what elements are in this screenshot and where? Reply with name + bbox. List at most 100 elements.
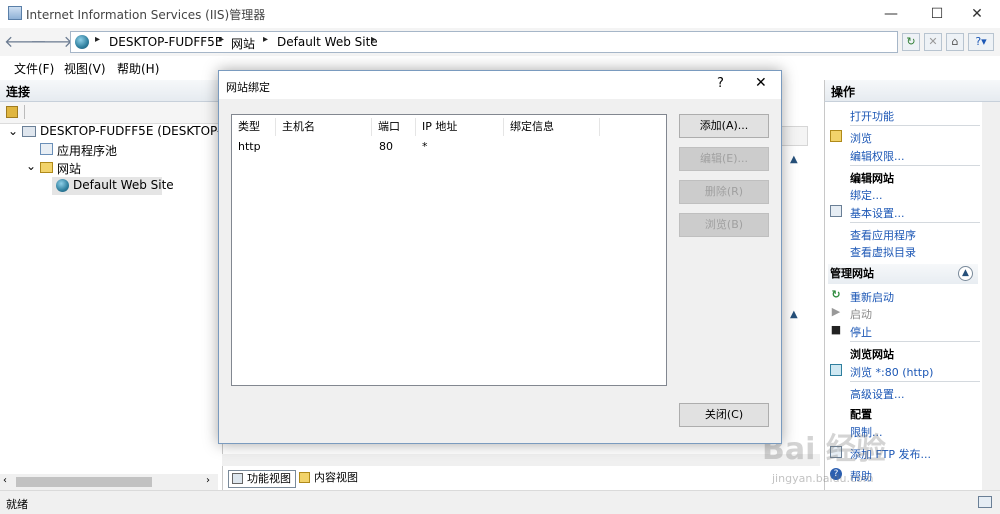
folder-icon [40,162,53,173]
actions-vertical-scrollbar[interactable] [982,102,1000,490]
scroll-left-icon[interactable]: ‹ [3,475,7,486]
dialog-titlebar: 网站绑定 ? ✕ [219,71,781,99]
stop-icon: ■ [830,323,842,336]
tree-item-default-web-site[interactable]: Default Web Site [73,178,174,192]
main-horizontal-scrollbar[interactable] [222,454,820,466]
new-connection-icon[interactable] [6,106,18,118]
menu-file[interactable]: 文件(F) [14,60,54,77]
cell-ip: * [422,140,428,153]
action-restart[interactable]: 重新启动 [850,289,894,305]
tree-item-app-pools[interactable]: 应用程序池 [57,142,117,159]
section-manage-site[interactable]: 管理网站 [828,264,978,284]
action-view-applications[interactable]: 查看应用程序 [850,227,916,243]
iis-app-icon [8,6,22,20]
status-text: 就绪 [6,498,28,511]
basic-settings-icon [830,205,842,217]
toolbar-divider [24,105,25,119]
browse-icon [830,364,842,376]
tree-item-server[interactable]: DESKTOP-FUDFF5E (DESKTOP-FUD [40,124,246,138]
action-advanced-settings[interactable]: 高级设置... [850,386,905,402]
add-binding-button[interactable]: 添加(A)... [679,114,769,138]
action-group-config: 配置 [850,408,872,421]
scroll-thumb[interactable] [16,477,152,487]
column-header-type[interactable]: 类型 [232,118,276,136]
globe-icon [75,35,89,49]
address-bar: 🡐 🡒 ▸ DESKTOP-FUDFF5E ▸ 网站 ▸ Default Web… [0,28,1000,56]
globe-icon [56,179,69,192]
menu-help[interactable]: 帮助(H) [117,60,159,77]
breadcrumb-separator: ▸ [219,34,225,45]
action-group-browse-site: 浏览网站 [850,348,894,361]
breadcrumb-separator: ▸ [263,34,269,45]
collapse-up-icon[interactable]: ▲ [790,154,798,165]
action-stop[interactable]: 停止 [850,324,872,340]
help-icon[interactable]: ?▾ [968,33,994,51]
menu-view[interactable]: 视图(V) [64,60,106,77]
action-explore[interactable]: 浏览 [850,130,872,146]
minimize-button[interactable]: — [868,0,914,28]
column-header-ip[interactable]: IP 地址 [416,118,504,136]
refresh-icon[interactable]: ↻ [902,33,920,51]
action-view-virtual-directories[interactable]: 查看虚拟目录 [850,244,916,260]
forward-arrow-icon[interactable]: 🡒 [30,32,73,52]
column-header-host[interactable]: 主机名 [276,118,372,136]
close-dialog-button[interactable]: 关闭(C) [679,403,769,427]
tree-expand-server-icon[interactable]: ⌄ [8,124,18,138]
breadcrumb-dropdown-icon[interactable]: ▸ [371,34,376,45]
tree-item-sites[interactable]: 网站 [57,160,81,177]
breadcrumb-sites[interactable]: 网站 [231,35,255,52]
window-title: Internet Information Services (IIS)管理器 [26,8,266,22]
action-browse-http[interactable]: 浏览 *:80 (http) [850,364,933,380]
breadcrumb-server[interactable]: DESKTOP-FUDFF5E [109,35,222,49]
divider [850,165,980,166]
server-icon [22,126,36,137]
cell-port: 80 [379,140,393,153]
dialog-title: 网站绑定 [226,81,270,94]
stop-icon[interactable]: ✕ [924,33,942,51]
browse-binding-button[interactable]: 浏览(B) [679,213,769,237]
restart-icon: ↻ [831,288,841,301]
feature-list-header [778,126,808,146]
table-row[interactable]: http 80 * [232,137,666,155]
actions-title: 操作 [831,85,856,99]
connections-horizontal-scrollbar[interactable]: ‹ › [0,474,218,490]
scroll-right-icon[interactable]: › [206,475,210,486]
tab-content-view[interactable]: 内容视图 [296,470,362,488]
features-view-icon [232,473,243,484]
collapse-up-icon[interactable]: ▲ [790,309,798,320]
actions-header: 操作 [824,80,1000,102]
breadcrumb-separator: ▸ [95,34,101,45]
network-status-icon [978,496,992,508]
edit-binding-button[interactable]: 编辑(E)... [679,147,769,171]
dialog-close-button[interactable]: ✕ [755,75,767,91]
action-open-feature[interactable]: 打开功能 [850,108,894,124]
view-tabs: 功能视图 内容视图 [226,468,806,490]
dialog-help-button[interactable]: ? [717,76,724,91]
window-titlebar: Internet Information Services (IIS)管理器 —… [0,0,1000,28]
remove-binding-button[interactable]: 删除(R) [679,180,769,204]
start-icon: ▶ [831,305,841,318]
divider [850,222,980,223]
tab-features-view-label: 功能视图 [247,472,291,485]
tree-expand-sites-icon[interactable]: ⌄ [26,159,36,173]
tab-features-view[interactable]: 功能视图 [228,470,296,488]
bindings-list[interactable]: 类型 主机名 端口 IP 地址 绑定信息 http 80 * [231,114,667,386]
action-edit-permissions[interactable]: 编辑权限... [850,148,905,164]
explore-folder-icon [830,130,842,142]
breadcrumb[interactable]: ▸ DESKTOP-FUDFF5E ▸ 网站 ▸ Default Web Sit… [70,31,898,53]
connections-title: 连接 [6,85,31,99]
column-header-port[interactable]: 端口 [372,118,416,136]
breadcrumb-site[interactable]: Default Web Site [277,35,378,49]
action-basic-settings[interactable]: 基本设置... [850,205,905,221]
content-view-icon [299,472,310,483]
app-pool-icon [40,143,53,155]
close-window-button[interactable]: ✕ [954,0,1000,28]
column-header-info[interactable]: 绑定信息 [504,118,600,136]
site-bindings-dialog: 网站绑定 ? ✕ 类型 主机名 端口 IP 地址 绑定信息 http 80 * … [218,70,782,444]
action-bindings[interactable]: 绑定... [850,187,883,203]
back-arrow-icon[interactable]: 🡐 [4,32,47,52]
collapse-section-icon[interactable]: ▲ [958,266,973,281]
action-start[interactable]: 启动 [850,306,872,322]
home-icon[interactable]: ⌂ [946,33,964,51]
cell-type: http [238,140,261,153]
